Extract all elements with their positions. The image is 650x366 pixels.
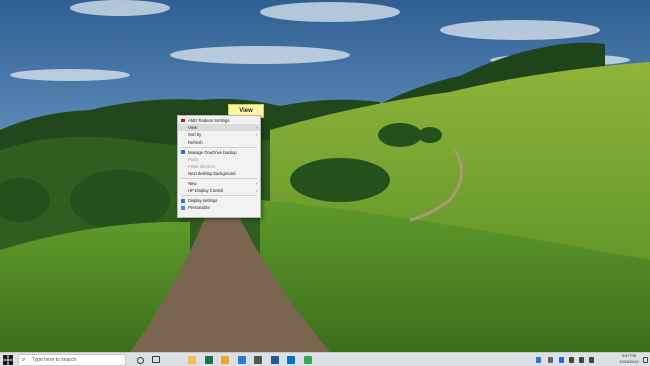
- excel-icon[interactable]: [204, 356, 213, 364]
- menu-separator: [181, 178, 257, 180]
- menu-item-view[interactable]: View ›: [178, 124, 260, 132]
- tray-up-arrow-icon[interactable]: [548, 357, 553, 363]
- menu-item-label: Display settings: [188, 198, 218, 204]
- tray-wifi-icon[interactable]: [579, 357, 584, 363]
- desktop-context-menu: AMD Radeon Settings View › Sort by › Refresh M…: [177, 115, 261, 218]
- taskbar: ⌕ Type here to search 3:57 PM 10/16/2019: [0, 352, 650, 366]
- menu-item-label: View: [188, 125, 198, 131]
- folder-icon[interactable]: [221, 356, 229, 364]
- chevron-right-icon: ›: [255, 132, 257, 138]
- menu-separator: [181, 195, 257, 197]
- menu-item-paste-shortcut: Paste shortcut: [178, 163, 260, 170]
- search-placeholder: Type here to search: [32, 357, 77, 363]
- menu-item-label: Refresh: [188, 139, 203, 145]
- chrome-icon[interactable]: [303, 356, 312, 364]
- windows-start-icon[interactable]: [3, 355, 13, 365]
- action-center-icon[interactable]: [643, 357, 648, 363]
- mail-icon[interactable]: [237, 356, 246, 364]
- menu-item-hp-display-control[interactable]: HP Display Control ›: [178, 187, 260, 194]
- menu-item-label: Sort by: [188, 132, 202, 138]
- menu-item-label: Paste: [188, 156, 199, 162]
- menu-item-new[interactable]: New ›: [178, 180, 260, 187]
- amd-radeon-icon: [181, 118, 185, 123]
- taskbar-search-box[interactable]: ⌕ Type here to search: [18, 354, 126, 366]
- word-icon[interactable]: [270, 356, 279, 364]
- menu-item-label: HP Display Control: [188, 188, 224, 194]
- clock-date: 10/16/2019: [619, 359, 639, 364]
- menu-item-manage-onedrive-backup[interactable]: Manage OneDrive backup: [178, 149, 260, 156]
- menu-item-refresh[interactable]: Refresh: [178, 139, 260, 146]
- search-icon: ⌕: [22, 357, 26, 363]
- cortana-icon[interactable]: [137, 356, 144, 364]
- file-explorer-icon[interactable]: [188, 356, 196, 364]
- menu-item-personalize[interactable]: Personalize: [178, 204, 260, 211]
- menu-separator: [181, 146, 257, 148]
- desktop-wallpaper[interactable]: [0, 0, 650, 352]
- menu-item-label: AMD Radeon Settings: [188, 118, 230, 123]
- landscape-wallpaper: [0, 0, 650, 352]
- menu-item-label: Paste shortcut: [188, 163, 215, 169]
- outlook-icon[interactable]: [287, 356, 295, 364]
- tray-bluetooth-icon[interactable]: [559, 357, 564, 363]
- personalize-icon: [181, 206, 185, 210]
- menu-item-amd-radeon-settings[interactable]: AMD Radeon Settings: [178, 117, 260, 124]
- menu-item-label: New: [188, 181, 197, 187]
- tray-battery-icon[interactable]: [569, 357, 574, 363]
- menu-item-sort-by[interactable]: Sort by ›: [178, 131, 260, 138]
- photos-icon[interactable]: [254, 356, 262, 364]
- menu-item-label: Next desktop background: [188, 171, 236, 177]
- menu-item-paste: Paste: [178, 156, 260, 163]
- menu-item-next-desktop-background[interactable]: Next desktop background: [178, 170, 260, 177]
- taskbar-clock[interactable]: 3:57 PM 10/16/2019: [616, 354, 642, 365]
- chevron-right-icon: ›: [255, 125, 257, 131]
- task-view-icon[interactable]: [152, 356, 160, 363]
- menu-item-label: Personalize: [188, 205, 210, 211]
- chevron-right-icon: ›: [255, 181, 257, 187]
- tray-onedrive-icon[interactable]: [536, 357, 541, 363]
- menu-item-label: Manage OneDrive backup: [188, 149, 237, 155]
- onedrive-icon: [181, 150, 185, 154]
- display-icon: [181, 199, 185, 203]
- tray-volume-icon[interactable]: [589, 357, 594, 363]
- callout-label: View: [239, 108, 253, 114]
- menu-item-display-settings[interactable]: Display settings: [178, 197, 260, 204]
- chevron-right-icon: ›: [255, 188, 257, 194]
